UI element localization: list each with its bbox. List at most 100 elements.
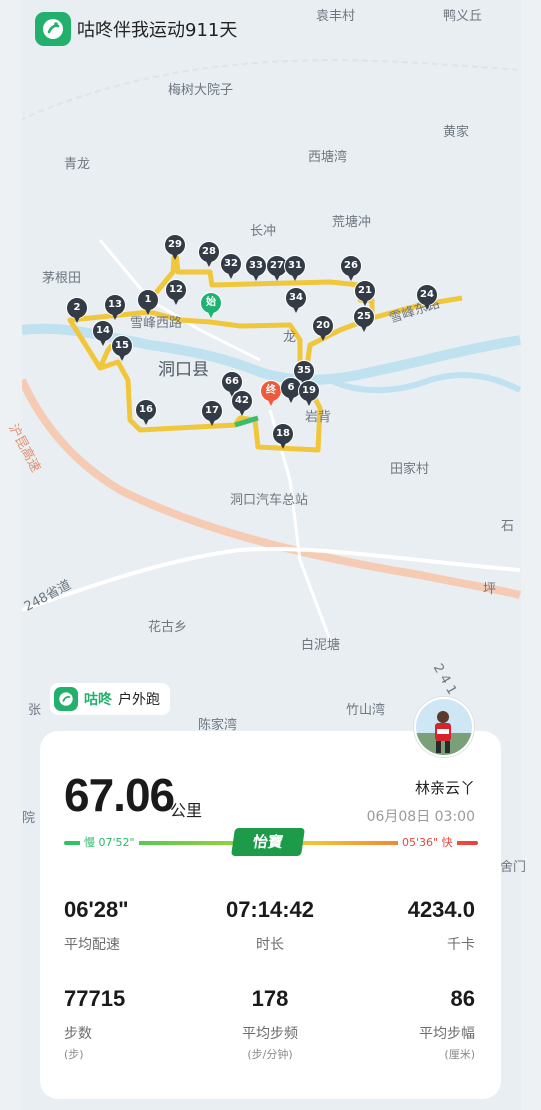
place-label: 张 [28, 703, 42, 718]
route-marker[interactable]: 17 [201, 400, 223, 428]
place-label: 青龙 [64, 157, 91, 172]
place-label: 舍门 [500, 860, 527, 875]
end-marker[interactable]: 终 [260, 380, 282, 408]
place-label: 坪 [483, 582, 497, 597]
place-label: 白泥塘 [301, 638, 341, 653]
marker-tip [227, 271, 235, 279]
marker-tip [207, 310, 215, 318]
route-marker[interactable]: 12 [165, 279, 187, 307]
stride-value: 86 [450, 986, 475, 1011]
route-marker[interactable]: 31 [284, 255, 306, 283]
place-label: 石 [501, 519, 515, 534]
activity-date: 06月08日 03:00 [366, 809, 475, 825]
route-marker[interactable]: 15 [111, 335, 133, 363]
place-label: 长冲 [250, 224, 277, 239]
route-marker[interactable]: 24 [416, 284, 438, 312]
map-right-edge [521, 0, 541, 1110]
marker-tip [205, 259, 213, 267]
stride-label: 平均步幅 [419, 1026, 475, 1042]
user-name: 林亲云丫 [414, 779, 475, 797]
marker-tip [208, 418, 216, 426]
distance-unit: 公里 [170, 801, 203, 820]
place-label: 荒塘冲 [332, 215, 372, 230]
brand-name: 咕咚 [84, 692, 112, 708]
runner-glyph [59, 692, 73, 706]
route-marker[interactable]: 1 [137, 289, 159, 317]
codoon-runner-icon [35, 12, 71, 46]
place-label: 鸭义丘 [443, 9, 483, 24]
marker-tip [267, 398, 275, 406]
place-label: 黄家 [443, 125, 470, 140]
route-marker[interactable]: 32 [220, 253, 242, 281]
activity-type-tag: 咕咚 户外跑 [50, 683, 170, 715]
route-marker[interactable]: 2 [66, 297, 88, 325]
county-label: 洞口县 [158, 360, 209, 380]
place-label: 茅根田 [42, 271, 82, 286]
cadence-label: 平均步频 [242, 1026, 298, 1042]
duration-value: 07:14:42 [225, 897, 315, 922]
route-marker[interactable]: 21 [354, 280, 376, 308]
marker-tip [144, 307, 152, 315]
marker-tip [273, 273, 281, 281]
place-label: 岩背 [305, 410, 332, 425]
marker-tip [142, 417, 150, 425]
marker-tip [118, 353, 126, 361]
marker-tip [361, 298, 369, 306]
marker-tip [99, 338, 107, 346]
place-label: 田家村 [390, 462, 430, 477]
marker-tip [292, 305, 300, 313]
steps-value: 77715 [64, 986, 126, 1011]
marker-tip [73, 315, 81, 323]
avatar-image [416, 699, 472, 755]
marker-tip [171, 252, 179, 260]
route-marker[interactable]: 29 [164, 234, 186, 262]
marker-tip [287, 395, 295, 403]
calories-label: 千卡 [447, 937, 475, 953]
avg-pace-value: 06'28" [64, 897, 129, 922]
boundary-line [19, 59, 521, 121]
route-marker[interactable]: 25 [353, 306, 375, 334]
route-marker[interactable]: 18 [272, 423, 294, 451]
marker-tip [252, 273, 260, 281]
app-header: 咕咚伴我运动911天 [35, 12, 237, 46]
pace-fast-label: 05'36" 快 [398, 834, 457, 850]
activity-type: 户外跑 [118, 692, 160, 708]
route-marker[interactable]: 26 [340, 255, 362, 283]
marker-tip [238, 408, 246, 416]
marker-tip [305, 398, 313, 406]
route-marker[interactable]: 19 [298, 380, 320, 408]
place-label: 竹山湾 [346, 703, 386, 718]
cadence-value: 178 [251, 986, 289, 1011]
route-marker[interactable]: 20 [312, 315, 334, 343]
avg-pace-label: 平均配速 [64, 937, 120, 953]
marker-tip [111, 312, 119, 320]
start-marker[interactable]: 始 [200, 292, 222, 320]
route-marker[interactable]: 34 [285, 287, 307, 315]
place-label: 西塘湾 [308, 150, 348, 165]
marker-tip [360, 324, 368, 332]
app-title: 咕咚伴我运动911天 [77, 20, 238, 41]
distance-value: 67.06 [64, 769, 175, 821]
place-label: 洞口汽车总站 [230, 493, 309, 508]
cadence-unit: (步/分钟) [247, 1048, 293, 1061]
steps-unit: (步) [64, 1048, 84, 1061]
place-label: 花古乡 [148, 620, 188, 635]
place-label: 梅树大院子 [168, 83, 234, 98]
codoon-logo-icon [54, 687, 78, 711]
user-avatar[interactable] [414, 697, 474, 757]
route-marker[interactable]: 42 [231, 390, 253, 418]
route-marker[interactable]: 13 [104, 294, 126, 322]
map-left-edge [0, 0, 22, 1110]
steps-label: 步数 [64, 1026, 92, 1042]
sponsor-logo: 怡寶 [231, 828, 305, 856]
calories-value: 4234.0 [407, 897, 475, 922]
pace-slow-label: 慢 07'52" [80, 834, 139, 850]
route-marker[interactable]: 16 [135, 399, 157, 427]
marker-tip [172, 297, 180, 305]
place-label: 袁丰村 [316, 9, 356, 24]
marker-tip [319, 333, 327, 341]
route-marker[interactable]: 28 [198, 241, 220, 269]
stride-unit: (厘米) [444, 1048, 475, 1061]
runner-glyph [43, 19, 63, 39]
route-marker[interactable]: 33 [245, 255, 267, 283]
